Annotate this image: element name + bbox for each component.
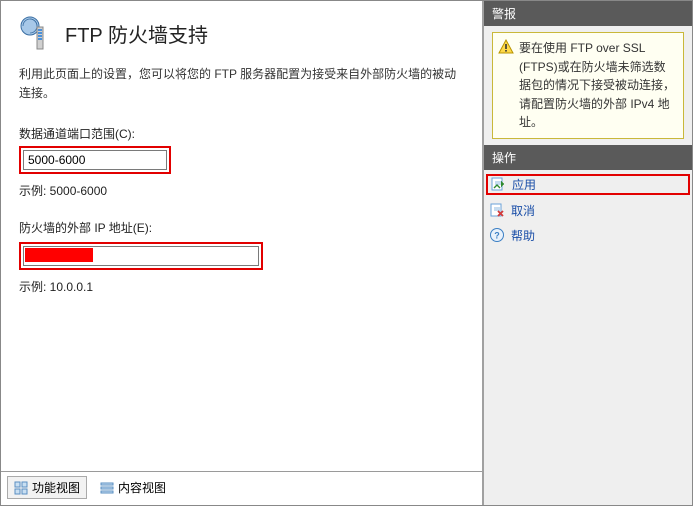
alert-box: 要在使用 FTP over SSL (FTPS)或在防火墙未筛选数据包的情况下接… [492, 32, 684, 139]
features-view-icon [14, 481, 28, 495]
tab-content-label: 内容视图 [118, 479, 166, 496]
apply-action[interactable]: 应用 [486, 174, 690, 195]
svg-text:?: ? [494, 231, 500, 241]
main-panel: FTP 防火墙支持 利用此页面上的设置，您可以将您的 FTP 服务器配置为接受来… [1, 1, 484, 505]
external-ip-label: 防火墙的外部 IP 地址(E): [19, 219, 464, 236]
content-view-icon [100, 481, 114, 495]
help-label: 帮助 [511, 227, 535, 244]
side-panel: 警报 要在使用 FTP over SSL (FTPS)或在防火墙未筛选数据包的情… [484, 1, 692, 505]
cancel-label: 取消 [511, 202, 535, 219]
alerts-header: 警报 [484, 1, 692, 26]
apply-label: 应用 [512, 176, 536, 193]
app-window: FTP 防火墙支持 利用此页面上的设置，您可以将您的 FTP 服务器配置为接受来… [0, 0, 693, 506]
alert-text: 要在使用 FTP over SSL (FTPS)或在防火墙未筛选数据包的情况下接… [519, 41, 675, 129]
external-ip-input[interactable] [23, 246, 259, 266]
help-icon: ? [489, 227, 505, 243]
tab-features-label: 功能视图 [32, 479, 80, 496]
help-action[interactable]: ? 帮助 [486, 226, 690, 245]
cancel-icon [489, 202, 505, 218]
cancel-action[interactable]: 取消 [486, 201, 690, 220]
tab-content-view[interactable]: 内容视图 [93, 476, 173, 499]
apply-icon [490, 176, 506, 192]
external-ip-example: 示例: 10.0.0.1 [19, 278, 464, 295]
page-description: 利用此页面上的设置，您可以将您的 FTP 服务器配置为接受来自外部防火墙的被动连… [19, 65, 464, 103]
warning-icon [498, 39, 514, 55]
ftp-firewall-icon [19, 15, 55, 51]
main-content: FTP 防火墙支持 利用此页面上的设置，您可以将您的 FTP 服务器配置为接受来… [1, 1, 482, 471]
actions-header: 操作 [484, 145, 692, 170]
alerts-section: 要在使用 FTP over SSL (FTPS)或在防火墙未筛选数据包的情况下接… [484, 26, 692, 145]
port-range-input[interactable] [23, 150, 167, 170]
title-row: FTP 防火墙支持 [19, 15, 464, 51]
port-range-label: 数据通道端口范围(C): [19, 125, 464, 142]
port-range-highlight [19, 146, 171, 174]
port-range-example: 示例: 5000-6000 [19, 182, 464, 199]
actions-section: 应用 取消 ? 帮助 [484, 170, 692, 249]
tab-features-view[interactable]: 功能视图 [7, 476, 87, 499]
bottom-tabs: 功能视图 内容视图 [1, 471, 482, 505]
page-title: FTP 防火墙支持 [65, 19, 208, 48]
external-ip-highlight [19, 242, 263, 270]
